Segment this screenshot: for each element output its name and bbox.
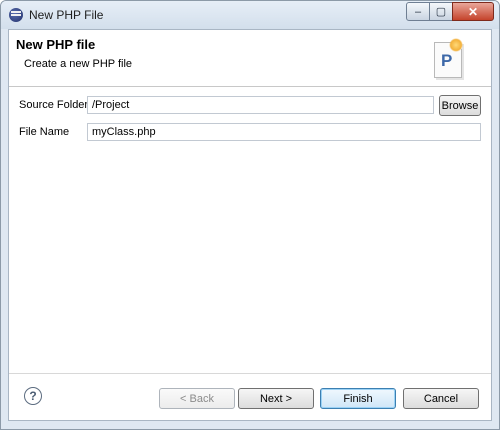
page-description: Create a new PHP file bbox=[24, 58, 133, 70]
minimize-button[interactable]: – bbox=[406, 2, 430, 21]
page-title: New PHP file bbox=[16, 37, 96, 52]
php-file-icon: P bbox=[434, 38, 463, 78]
source-folder-label: Source Folder bbox=[19, 99, 89, 111]
window-title: New PHP File bbox=[29, 8, 104, 22]
finish-button[interactable]: Finish bbox=[320, 388, 396, 409]
source-folder-input[interactable]: /Project bbox=[87, 96, 434, 114]
close-button[interactable]: ✕ bbox=[452, 2, 494, 21]
footer-divider bbox=[9, 373, 491, 374]
title-bar[interactable]: New PHP File – ▢ ✕ bbox=[1, 1, 499, 29]
cancel-button[interactable]: Cancel bbox=[403, 388, 479, 409]
maximize-button[interactable]: ▢ bbox=[429, 2, 453, 21]
dialog-window: New PHP File – ▢ ✕ New PHP file Create a… bbox=[0, 0, 500, 430]
browse-button[interactable]: Browse bbox=[439, 95, 481, 116]
next-button[interactable]: Next > bbox=[238, 388, 314, 409]
file-name-label: File Name bbox=[19, 126, 70, 138]
dialog-content: New PHP file Create a new PHP file P Sou… bbox=[8, 29, 492, 421]
wizard-banner: New PHP file Create a new PHP file P bbox=[9, 30, 491, 87]
help-icon[interactable]: ? bbox=[24, 387, 42, 405]
back-button[interactable]: < Back bbox=[159, 388, 235, 409]
file-name-input[interactable]: myClass.php bbox=[87, 123, 481, 141]
eclipse-app-icon bbox=[9, 8, 23, 22]
php-icon-letter: P bbox=[441, 51, 453, 70]
sparkle-icon bbox=[449, 38, 463, 52]
